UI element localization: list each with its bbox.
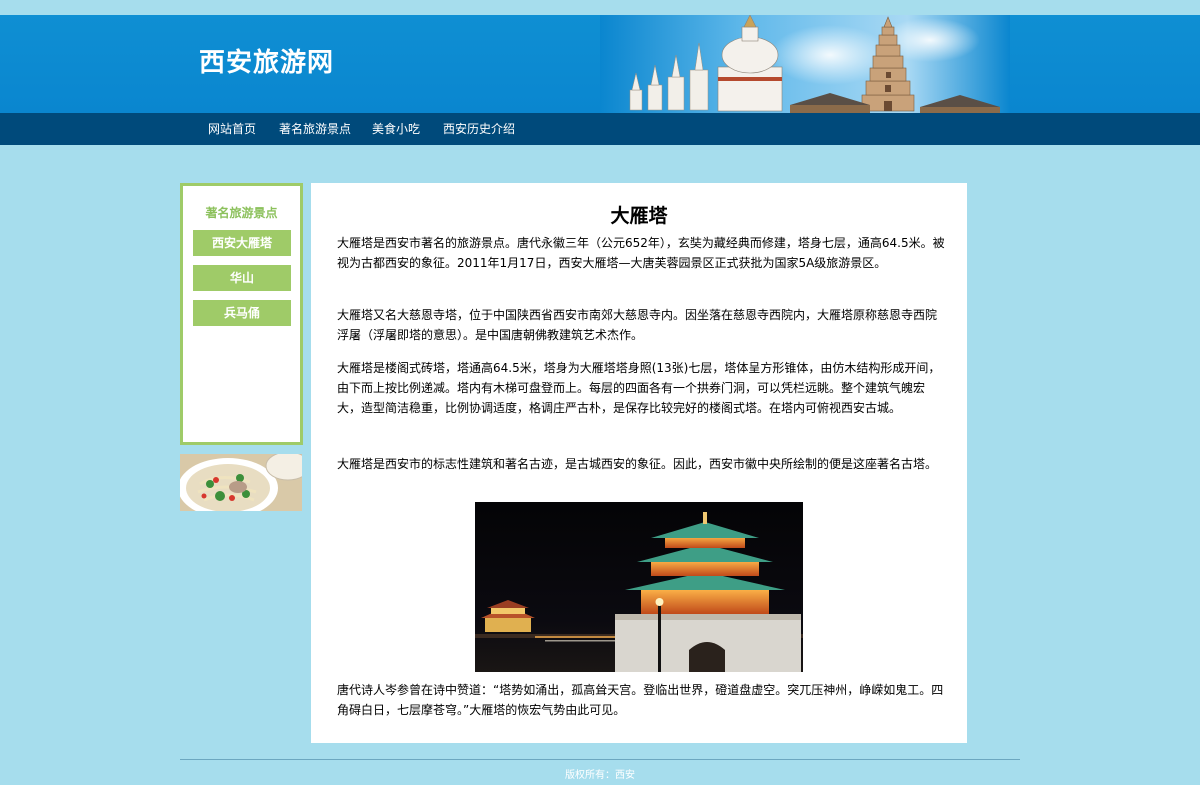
bell-tower-night-photo — [475, 502, 803, 672]
article-title: 大雁塔 — [610, 205, 668, 227]
nav-item-home[interactable]: 网站首页 — [208, 113, 256, 145]
sidebar-item-terracotta-army[interactable]: 兵马俑 — [193, 300, 291, 326]
footer-divider — [180, 759, 1020, 760]
sidebar-item-big-wild-goose-pagoda[interactable]: 西安大雁塔 — [193, 230, 291, 256]
article-paragraph-1: 大雁塔是西安市著名的旅游景点。唐代永徽三年（公元652年），玄奘为藏经典而修建，… — [337, 236, 945, 270]
nav-item-food[interactable]: 美食小吃 — [372, 113, 420, 145]
sidebar: 著名旅游景点 西安大雁塔 华山 兵马俑 — [180, 183, 303, 445]
sidebar-item-huashan[interactable]: 华山 — [193, 265, 291, 291]
article-paragraph-4: 大雁塔是西安市的标志性建筑和著名古迹，是古城西安的象征。因此，西安市徽中央所绘制… — [337, 457, 938, 471]
article-panel: 大雁塔 大雁塔是西安市著名的旅游景点。唐代永徽三年（公元652年），玄奘为藏经典… — [311, 183, 967, 743]
main-nav: 网站首页 著名旅游景点 美食小吃 西安历史介绍 — [0, 113, 1200, 145]
noodle-bowl-image[interactable] — [180, 454, 302, 511]
site-title: 西安旅游网 — [199, 48, 335, 78]
article-paragraph-3: 大雁塔是楼阁式砖塔，塔通高64.5米，塔身为大雁塔塔身照(13张)七层，塔体呈方… — [337, 361, 941, 415]
pagoda-banner-image — [600, 15, 1010, 113]
nav-item-attractions[interactable]: 著名旅游景点 — [279, 113, 351, 145]
article-paragraph-2: 大雁塔又名大慈恩寺塔，位于中国陕西省西安市南郊大慈恩寺内。因坐落在慈恩寺西院内，… — [337, 308, 938, 342]
footer-copyright: 版权所有：西安 — [565, 770, 635, 781]
article-paragraph-5: 唐代诗人岑参曾在诗中赞道：“塔势如涌出，孤高耸天宫。登临出世界，磴道盘虚空。突兀… — [337, 683, 944, 717]
site-header: 西安旅游网 — [0, 15, 1200, 113]
nav-item-history[interactable]: 西安历史介绍 — [443, 113, 515, 145]
sidebar-heading: 著名旅游景点 — [205, 206, 278, 220]
